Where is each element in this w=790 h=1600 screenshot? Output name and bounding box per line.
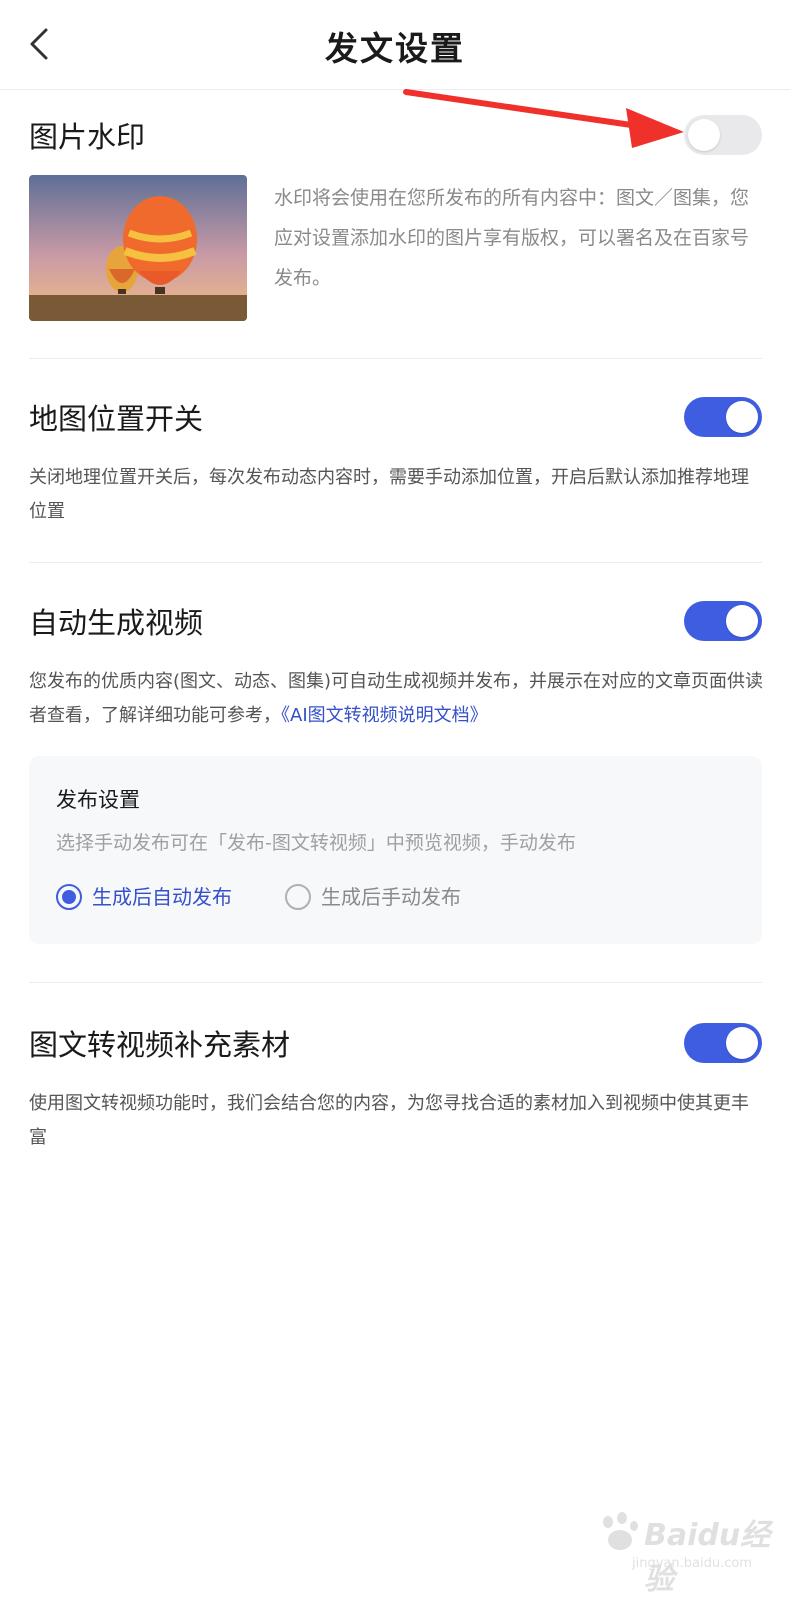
annotation-arrow-icon <box>403 89 684 148</box>
section-divider <box>29 562 762 563</box>
page-title: 发文设置 <box>325 29 465 68</box>
toggle-knob <box>726 605 758 637</box>
baidu-url-text: jingyan.baidu.com <box>632 1556 752 1571</box>
paw-icon <box>603 1512 638 1550</box>
watermark-description: 水印将会使用在您所发布的所有内容中：图文／图集，您应对设置添加水印的图片享有版权… <box>274 187 750 289</box>
publish-settings-panel: 发布设置 选择手动发布可在「发布-图文转视频」中预览视频，手动发布 生成后自动发… <box>29 756 762 944</box>
toggle-knob <box>726 401 758 433</box>
auto-video-description: 您发布的优质内容(图文、动态、图集)可自动生成视频并发布，并展示在对应的文章页面… <box>29 665 764 733</box>
watermark-preview-image <box>29 175 247 321</box>
supplement-toggle[interactable] <box>684 1023 762 1063</box>
watermark-toggle[interactable] <box>684 115 762 155</box>
radio-auto-publish[interactable] <box>56 884 82 910</box>
watermark-title: 图片水印 <box>29 120 146 154</box>
publish-settings-hint: 选择手动发布可在「发布-图文转视频」中预览视频，手动发布 <box>56 832 576 854</box>
section-divider <box>29 358 762 359</box>
toggle-knob <box>726 1027 758 1059</box>
publish-settings-title: 发布设置 <box>56 788 140 812</box>
location-toggle[interactable] <box>684 397 762 437</box>
toggle-knob <box>688 119 720 151</box>
radio-manual-publish[interactable] <box>285 884 311 910</box>
auto-video-toggle[interactable] <box>684 601 762 641</box>
doc-link[interactable]: 《AI图文转视频说明文档》 <box>281 705 488 726</box>
auto-video-title: 自动生成视频 <box>29 606 204 640</box>
supplement-description: 使用图文转视频功能时，我们会结合您的内容，为您寻找合适的素材加入到视频中使其更丰… <box>29 1093 749 1148</box>
top-bar: 发文设置 <box>0 0 790 90</box>
location-description: 关闭地理位置开关后，每次发布动态内容时，需要手动添加位置，开启后默认添加推荐地理… <box>29 467 749 522</box>
radio-manual-publish-label[interactable]: 生成后手动发布 <box>321 884 461 910</box>
supplement-title: 图文转视频补充素材 <box>29 1028 291 1062</box>
section-divider <box>29 982 762 983</box>
baidu-brand-text: Baidu经验 <box>644 1518 771 1597</box>
location-title: 地图位置开关 <box>29 402 204 436</box>
baidu-watermark: Baidu经验 jingyan.baidu.com <box>596 1510 776 1597</box>
radio-auto-publish-label[interactable]: 生成后自动发布 <box>92 884 232 910</box>
